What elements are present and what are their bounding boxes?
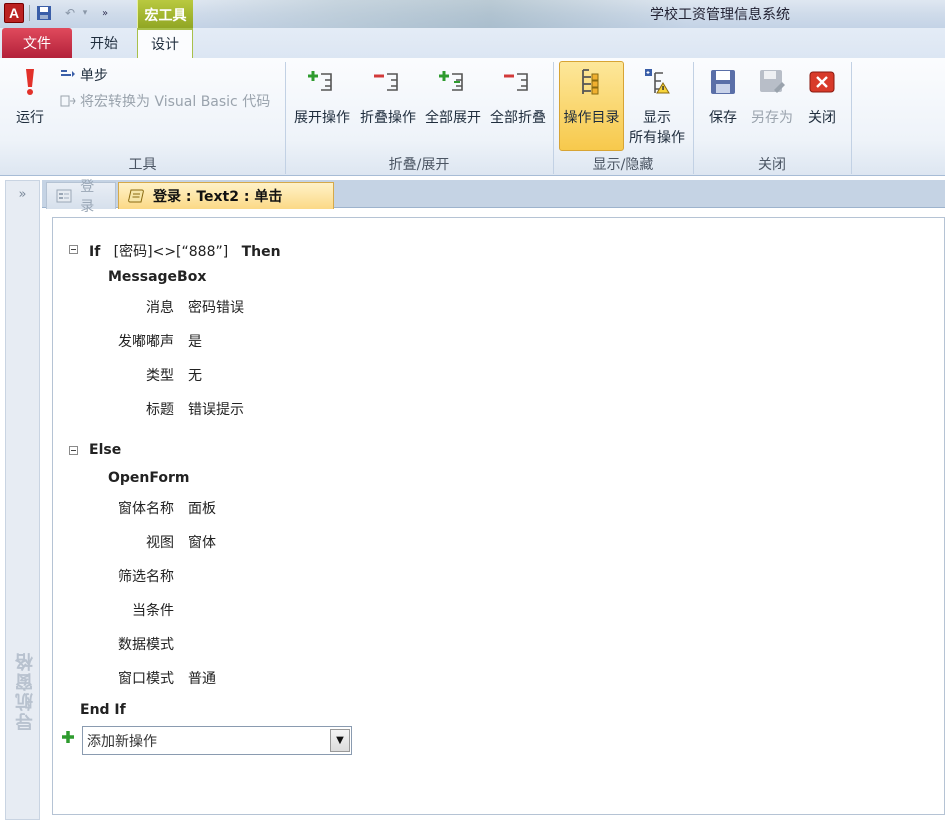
window-title: 学校工资管理信息系统 [650, 7, 790, 23]
then-keyword: Then [241, 244, 281, 260]
if-keyword: If [89, 244, 101, 260]
expand-all-button[interactable]: 全部展开 [421, 62, 485, 128]
arg-label-where-condition: 当条件 [132, 603, 174, 619]
nav-pane-title: 导航窗格 [15, 651, 36, 731]
collapse-all-button[interactable]: 全部折叠 [486, 62, 550, 128]
add-new-action-placeholder: 添加新操作 [87, 733, 157, 750]
navigation-pane[interactable]: » 导航窗格 [5, 180, 40, 820]
save-as-icon [756, 66, 788, 98]
doc-tab-macro-login-text2-click[interactable]: 登录 : Text2 : 单击 [118, 182, 334, 209]
arg-value-window-mode[interactable]: 普通 [188, 668, 216, 688]
arg-value-view[interactable]: 窗体 [188, 532, 216, 552]
close-button[interactable]: 关闭 [804, 62, 840, 128]
undo-dropdown-icon[interactable]: ▾ [80, 4, 90, 22]
show-all-actions-icon [641, 66, 673, 98]
expand-action-button[interactable]: 展开操作 [290, 62, 354, 128]
expand-plus-icon [306, 66, 338, 98]
group-label-close: 关闭 [758, 157, 786, 173]
tab-design[interactable]: 设计 [137, 28, 193, 58]
ribbon-tabs: 文件 开始 设计 [0, 28, 945, 58]
document-tabs: 登录 登录 : Text2 : 单击 [42, 179, 945, 215]
arg-value-title[interactable]: 错误提示 [188, 399, 244, 419]
arg-label-beep: 发嘟嘟声 [118, 334, 174, 350]
single-step-icon [60, 67, 76, 83]
group-label-collapse-expand: 折叠/展开 [388, 157, 450, 173]
save-button[interactable]: 保存 [703, 62, 743, 128]
tab-home[interactable]: 开始 [78, 28, 130, 58]
arg-value-type[interactable]: 无 [188, 365, 202, 385]
arg-label-window-mode: 窗口模式 [118, 671, 174, 687]
action-messagebox[interactable]: MessageBox [108, 269, 206, 285]
save-as-button[interactable]: 另存为 [748, 62, 796, 128]
doc-tab-login-form[interactable]: 登录 [46, 179, 116, 215]
close-icon [806, 66, 838, 98]
group-label-show-hide: 显示/隐藏 [592, 157, 654, 173]
form-icon [55, 188, 72, 204]
arg-label-view: 视图 [146, 535, 174, 551]
arg-label-title: 标题 [146, 402, 174, 418]
arg-value-form-name[interactable]: 面板 [188, 498, 216, 518]
exclamation-icon [14, 66, 46, 98]
if-condition[interactable]: [密码]<>[“888”] [114, 244, 229, 260]
end-if-keyword[interactable]: End If [80, 702, 126, 718]
arg-label-form-name: 窗体名称 [118, 501, 174, 517]
group-separator [851, 62, 852, 174]
single-step-button[interactable]: 单步 [60, 65, 108, 85]
undo-icon[interactable]: ↶ [62, 4, 78, 22]
group-label-tools: 工具 [128, 157, 157, 173]
customize-qat-icon[interactable]: » [98, 4, 112, 22]
collapse-action-button[interactable]: 折叠操作 [356, 62, 420, 128]
convert-to-vba-button[interactable]: 将宏转换为 Visual Basic 代码 [60, 91, 270, 111]
arg-label-type: 类型 [146, 368, 174, 384]
else-keyword[interactable]: Else [89, 442, 121, 458]
ribbon: 运行 单步 将宏转换为 Visual Basic 代码 工具 展开操作 折叠操作… [0, 58, 945, 176]
save-icon[interactable] [35, 4, 53, 22]
if-statement[interactable]: If [密码]<>[“888”] Then [89, 241, 281, 261]
arg-value-beep[interactable]: 是 [188, 331, 202, 351]
convert-icon [60, 93, 76, 109]
arg-label-message: 消息 [146, 300, 174, 316]
dropdown-arrow-icon[interactable]: ▼ [330, 729, 350, 752]
collapse-all-icon [502, 66, 534, 98]
macro-scroll-icon [127, 188, 145, 204]
collapse-if-toggle[interactable] [69, 245, 78, 254]
macro-tools-context-label: 宏工具 [137, 0, 193, 30]
tab-file[interactable]: 文件 [2, 28, 72, 58]
title-bar: A ↶ ▾ » 宏工具 学校工资管理信息系统 [0, 0, 945, 30]
qat-separator [29, 5, 30, 21]
access-app-icon[interactable]: A [4, 3, 24, 23]
show-all-actions-button[interactable]: 显示 所有操作 [624, 62, 690, 148]
arg-value-message[interactable]: 密码错误 [188, 297, 244, 317]
expand-all-icon [437, 66, 469, 98]
action-catalog-icon [576, 66, 608, 98]
save-disk-icon [707, 66, 739, 98]
action-catalog-button[interactable]: 操作目录 [559, 61, 624, 151]
add-action-plus-icon [61, 730, 75, 744]
arg-label-data-mode: 数据模式 [118, 637, 174, 653]
run-button[interactable]: 运行 [12, 62, 48, 128]
collapse-minus-icon [372, 66, 404, 98]
nav-pane-toggle[interactable]: » [6, 187, 39, 203]
collapse-else-toggle[interactable] [69, 446, 78, 455]
arg-label-filter-name: 筛选名称 [118, 569, 174, 585]
action-openform[interactable]: OpenForm [108, 470, 190, 486]
add-new-action-combobox[interactable]: 添加新操作 ▼ [82, 726, 352, 755]
